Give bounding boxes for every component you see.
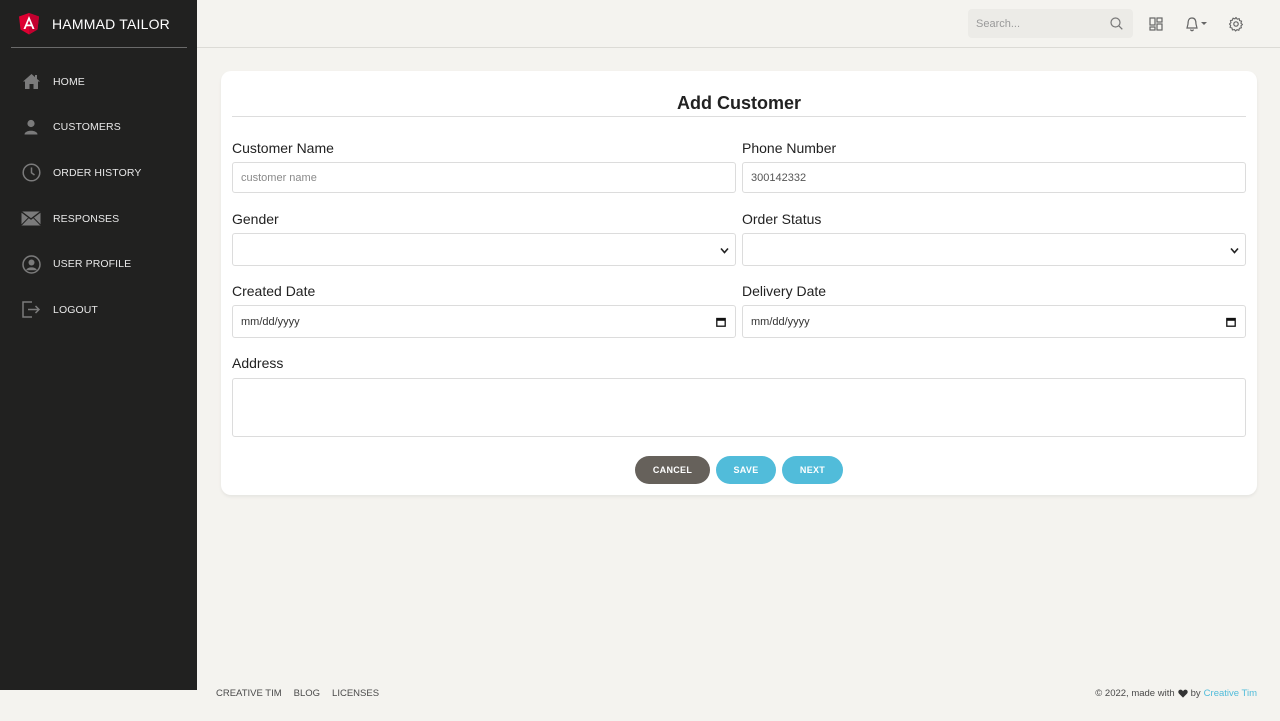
- customer-name-input[interactable]: [232, 162, 736, 193]
- add-customer-card: Add Customer Customer Name Phone Number …: [221, 71, 1257, 495]
- search-box: [968, 9, 1133, 38]
- clock-icon: [21, 163, 41, 183]
- user-icon: [21, 117, 41, 137]
- search-icon[interactable]: [1110, 17, 1123, 30]
- customer-name-label: Customer Name: [232, 140, 334, 156]
- footer-link-licenses[interactable]: LICENSES: [332, 688, 379, 699]
- delivery-date-input[interactable]: mm/dd/yyyy: [742, 305, 1246, 338]
- sidebar-item-logout[interactable]: LOGOUT: [0, 287, 197, 333]
- brand[interactable]: HAMMAD TAILOR: [11, 0, 187, 48]
- copyright: © 2022, made with by Creative Tim: [1095, 688, 1257, 699]
- sidebar-item-label: USER PROFILE: [53, 258, 132, 271]
- phone-number-input[interactable]: [742, 162, 1246, 193]
- footer-link-creative-tim[interactable]: CREATIVE TIM: [216, 688, 282, 699]
- cancel-button[interactable]: CANCEL: [635, 456, 710, 484]
- creative-tim-link[interactable]: Creative Tim: [1204, 688, 1257, 699]
- sidebar: HAMMAD TAILOR HOME CUSTOMERS ORDER HISTO…: [0, 0, 197, 690]
- sidebar-item-label: HOME: [53, 75, 85, 88]
- sidebar-item-label: LOGOUT: [53, 303, 98, 316]
- created-date-input[interactable]: mm/dd/yyyy: [232, 305, 736, 338]
- top-navbar: [197, 0, 1280, 48]
- chevron-down-icon: [720, 247, 729, 254]
- sidebar-nav: HOME CUSTOMERS ORDER HISTORY RESPONSES U…: [0, 59, 197, 333]
- sidebar-item-user-profile[interactable]: USER PROFILE: [0, 241, 197, 287]
- chevron-down-icon: [1230, 247, 1239, 254]
- order-status-select[interactable]: [742, 233, 1246, 266]
- sidebar-item-label: RESPONSES: [53, 212, 120, 225]
- footer-link-blog[interactable]: BLOG: [294, 688, 320, 699]
- phone-number-label: Phone Number: [742, 140, 837, 156]
- logout-icon: [21, 300, 41, 320]
- home-icon: [21, 72, 41, 92]
- delivery-date-label: Delivery Date: [742, 283, 827, 299]
- calendar-icon[interactable]: [1226, 317, 1236, 327]
- sidebar-item-order-history[interactable]: ORDER HISTORY: [0, 150, 197, 196]
- gender-select[interactable]: [232, 233, 736, 266]
- footer-links: CREATIVE TIM BLOG LICENSES: [216, 688, 379, 699]
- next-button[interactable]: NEXT: [782, 456, 843, 484]
- copyright-prefix: © 2022, made with: [1095, 688, 1175, 699]
- address-textarea[interactable]: [232, 378, 1246, 437]
- sidebar-item-responses[interactable]: RESPONSES: [0, 196, 197, 242]
- brand-name: HAMMAD TAILOR: [52, 15, 170, 32]
- created-date-value: mm/dd/yyyy: [241, 315, 300, 328]
- gender-label: Gender: [232, 211, 279, 227]
- bell-icon[interactable]: [1185, 16, 1209, 32]
- sidebar-item-home[interactable]: HOME: [0, 59, 197, 105]
- heart-icon: [1177, 689, 1188, 698]
- angular-logo-icon: [19, 12, 39, 34]
- calendar-icon[interactable]: [716, 317, 726, 327]
- sidebar-item-label: CUSTOMERS: [53, 121, 121, 134]
- envelope-icon: [21, 209, 41, 229]
- delivery-date-value: mm/dd/yyyy: [751, 315, 810, 328]
- search-input[interactable]: [976, 17, 1106, 30]
- sidebar-item-customers[interactable]: CUSTOMERS: [0, 105, 197, 151]
- dashboard-icon[interactable]: [1148, 16, 1164, 32]
- gear-icon[interactable]: [1228, 16, 1244, 32]
- created-date-label: Created Date: [232, 283, 316, 299]
- user-circle-icon: [21, 254, 41, 274]
- save-button[interactable]: SAVE: [716, 456, 776, 484]
- copyright-by: by: [1190, 688, 1201, 699]
- sidebar-item-label: ORDER HISTORY: [53, 166, 142, 179]
- page-title: Add Customer: [232, 91, 1246, 117]
- address-label: Address: [232, 355, 284, 371]
- order-status-label: Order Status: [742, 211, 822, 227]
